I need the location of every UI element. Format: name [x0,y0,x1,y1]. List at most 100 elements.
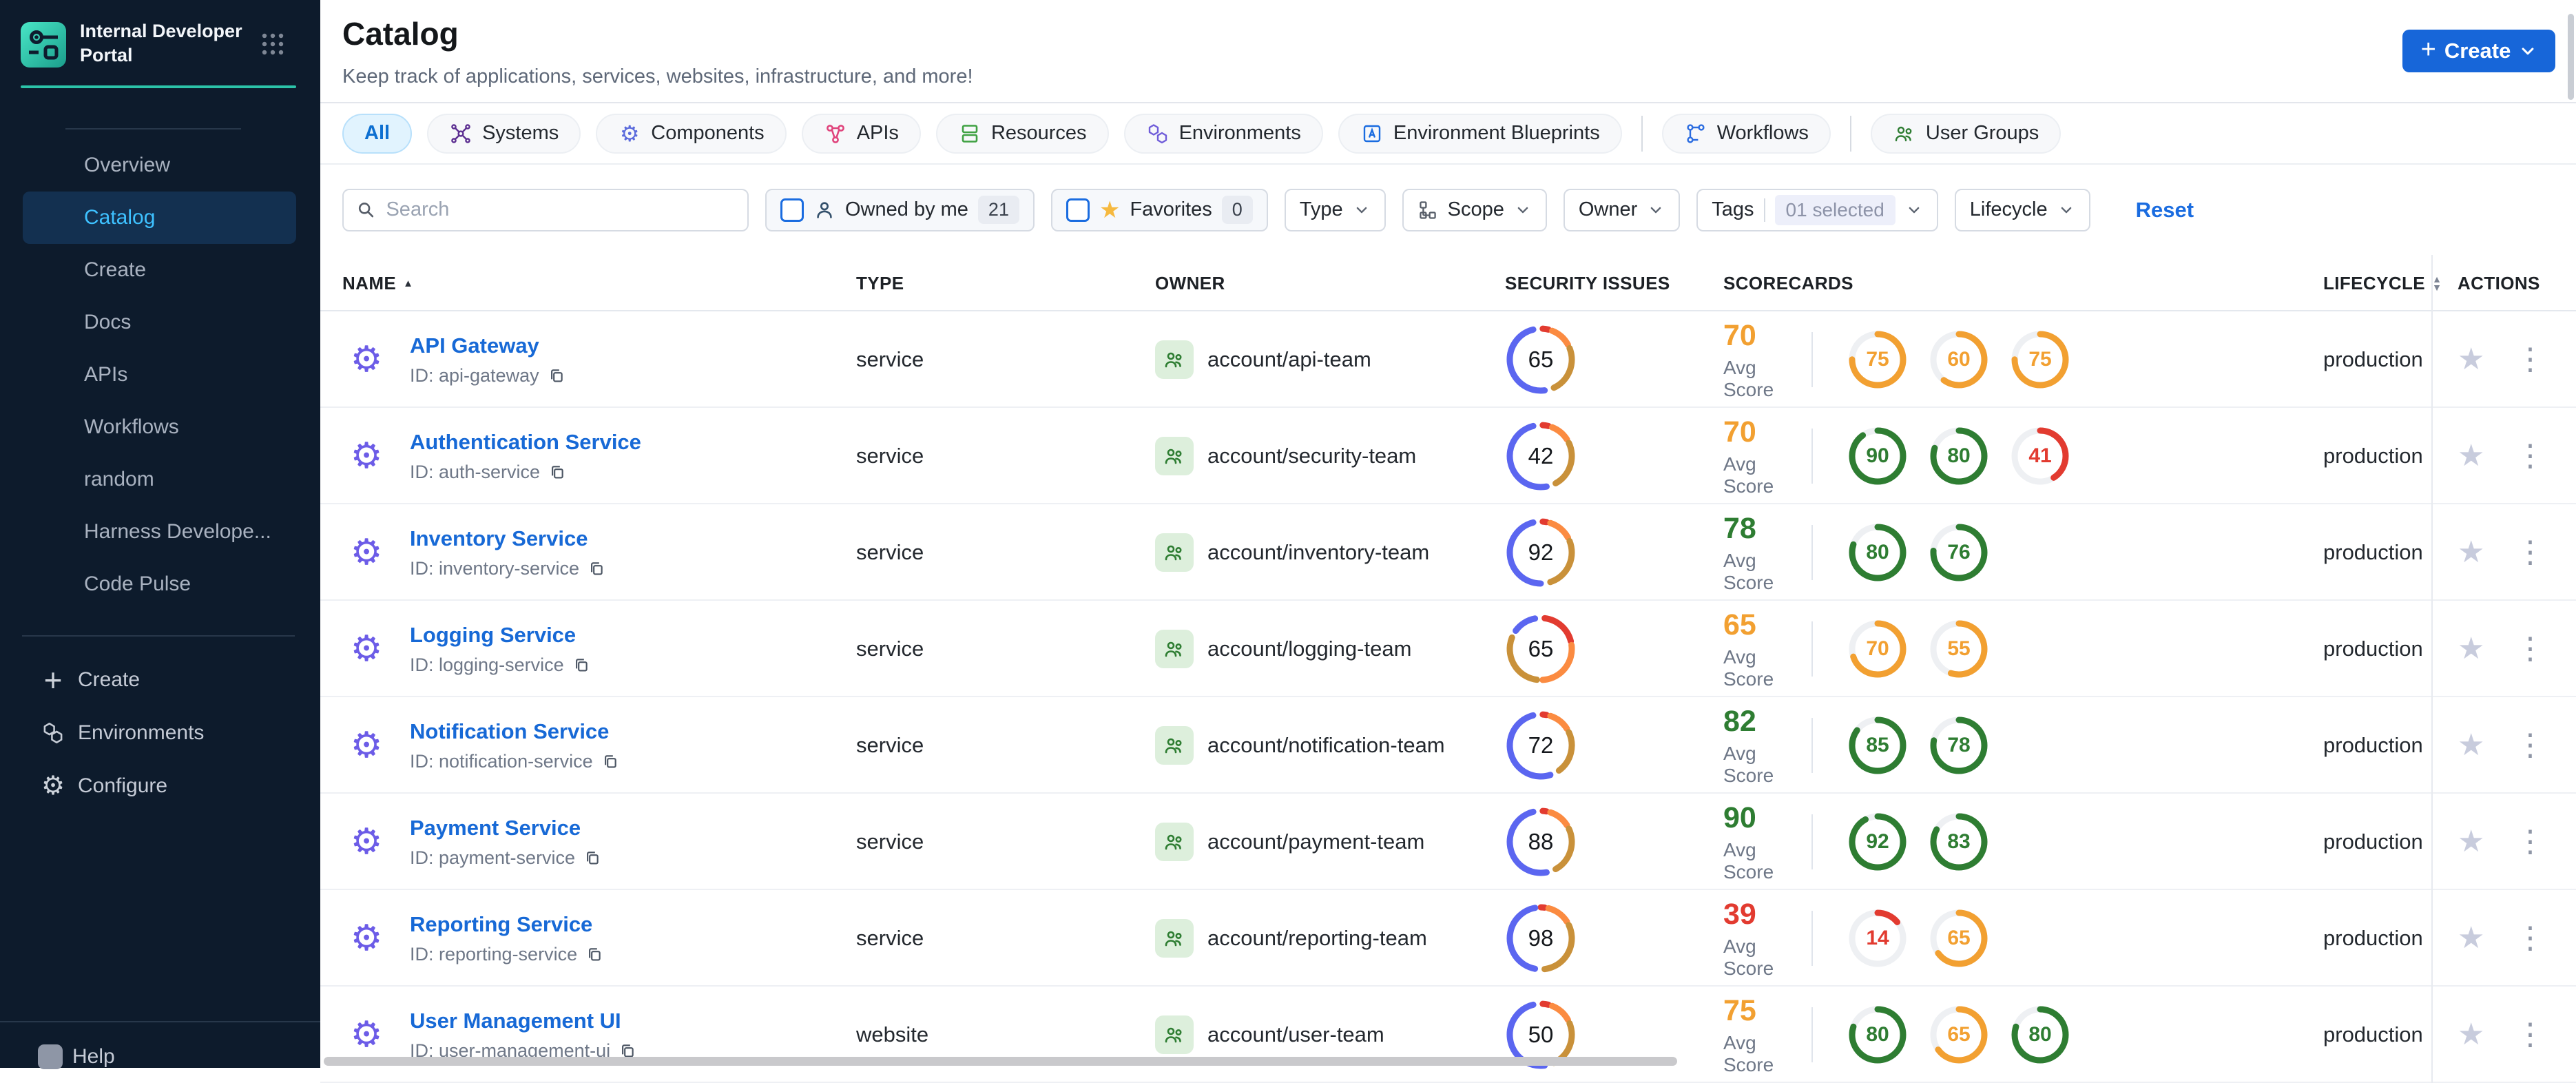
copy-icon[interactable] [601,752,619,770]
scorecard-ring[interactable]: 80 [2010,1004,2070,1065]
entity-name-link[interactable]: Payment Service [410,816,581,840]
scorecard-ring[interactable]: 80 [1847,1004,1908,1065]
favorite-star-icon[interactable]: ★ [2458,441,2484,471]
scorecard-ring[interactable]: 78 [1929,715,1989,776]
reset-filters-link[interactable]: Reset [2136,198,2194,223]
owner-value[interactable]: account/inventory-team [1207,540,1429,565]
favorites-filter[interactable]: ★ Favorites 0 [1050,188,1268,231]
sidebar-item-random[interactable]: random [23,453,296,506]
owner-value[interactable]: account/user-team [1207,1022,1384,1047]
scorecard-ring[interactable]: 80 [1847,522,1908,583]
scope-dropdown[interactable]: Scope [1402,188,1547,231]
row-menu-icon[interactable]: ⋮ [2515,923,2545,953]
entity-name-link[interactable]: Notification Service [410,719,609,743]
scorecard-ring[interactable]: 85 [1847,715,1908,776]
row-menu-icon[interactable]: ⋮ [2515,634,2545,664]
tab-environment-blueprints[interactable]: Environment Blueprints [1338,113,1622,154]
owned-by-me-filter[interactable]: Owned by me 21 [765,188,1035,231]
tab-all[interactable]: All [342,113,413,154]
copy-icon[interactable] [572,656,590,674]
row-menu-icon[interactable]: ⋮ [2515,441,2545,471]
owner-value[interactable]: account/api-team [1207,347,1371,372]
favorite-star-icon[interactable]: ★ [2458,730,2484,761]
sidebar-item-create[interactable]: + Create [0,653,320,706]
column-header-name[interactable]: NAME ▲ [320,273,856,294]
avg-score: 82 Avg Score [1723,705,1811,787]
owner-dropdown[interactable]: Owner [1563,188,1681,231]
entity-name-link[interactable]: Logging Service [410,623,576,647]
entity-name-link[interactable]: Reporting Service [410,912,592,936]
type-dropdown[interactable]: Type [1284,188,1386,231]
sidebar-item-code-pulse[interactable]: Code Pulse [23,558,296,610]
column-header-lifecycle[interactable]: LIFECYCLE ▲ ▼ [2315,273,2442,294]
favorite-star-icon[interactable]: ★ [2458,1020,2484,1050]
sidebar-item-overview[interactable]: Overview [23,139,296,192]
owner-value[interactable]: account/reporting-team [1207,926,1427,951]
tab-resources[interactable]: Resources [935,113,1109,154]
tab-components[interactable]: ⚙ Components [596,113,787,154]
scorecard-ring[interactable]: 70 [1847,619,1908,679]
row-menu-icon[interactable]: ⋮ [2515,537,2545,568]
scorecard-ring[interactable]: 80 [1929,426,1989,486]
owner-value[interactable]: account/payment-team [1207,829,1424,854]
tab-systems[interactable]: Systems [427,113,581,154]
scorecard-ring[interactable]: 14 [1847,908,1908,969]
copy-icon[interactable] [583,849,601,867]
tab-workflows[interactable]: Workflows [1661,113,1831,154]
row-menu-icon[interactable]: ⋮ [2515,730,2545,761]
scorecard-ring[interactable]: 65 [1929,1004,1989,1065]
scorecard-ring[interactable]: 60 [1929,329,1989,390]
vertical-scrollbar[interactable] [2568,14,2574,100]
scorecard-ring[interactable]: 75 [2010,329,2070,390]
search-box[interactable] [342,188,749,231]
favorite-star-icon[interactable]: ★ [2458,923,2484,953]
owner-value[interactable]: account/logging-team [1207,637,1411,661]
sidebar-item-environments[interactable]: Environments [0,706,320,759]
row-menu-icon[interactable]: ⋮ [2515,827,2545,857]
entity-name-link[interactable]: User Management UI [410,1009,621,1033]
scorecard-ring[interactable]: 83 [1929,812,1989,872]
owner-value[interactable]: account/notification-team [1207,733,1445,758]
scorecard-ring[interactable]: 55 [1929,619,1989,679]
row-menu-icon[interactable]: ⋮ [2515,344,2545,375]
sidebar-item-catalog[interactable]: Catalog [23,192,296,244]
favorite-star-icon[interactable]: ★ [2458,634,2484,664]
copy-icon[interactable] [588,559,605,577]
favorite-star-icon[interactable]: ★ [2458,827,2484,857]
scorecard-ring[interactable]: 65 [1929,908,1989,969]
scorecard-rings: 80 65 80 [1847,1004,2070,1065]
sidebar-item-workflows[interactable]: Workflows [23,401,296,453]
entity-name-link[interactable]: Inventory Service [410,526,588,550]
owned-by-me-checkbox[interactable] [780,198,804,222]
app-switcher-icon[interactable] [260,32,285,56]
sidebar-item-create[interactable]: Create [23,244,296,296]
scorecard-ring[interactable]: 76 [1929,522,1989,583]
row-menu-icon[interactable]: ⋮ [2515,1020,2545,1050]
sidebar-item-harness-develope[interactable]: Harness Develope... [23,506,296,558]
sidebar-item-help[interactable]: Help [38,1044,115,1069]
tab-apis[interactable]: APIs [801,113,921,154]
horizontal-scrollbar[interactable] [324,1057,1677,1066]
scorecard-ring[interactable]: 92 [1847,812,1908,872]
scorecard-ring[interactable]: 90 [1847,426,1908,486]
copy-icon[interactable] [548,463,566,481]
favorite-star-icon[interactable]: ★ [2458,344,2484,375]
owner-value[interactable]: account/security-team [1207,444,1416,468]
sidebar-item-docs[interactable]: Docs [23,296,296,349]
copy-icon[interactable] [548,367,565,384]
entity-name-link[interactable]: API Gateway [410,333,539,358]
copy-icon[interactable] [585,945,603,963]
favorites-checkbox[interactable] [1066,198,1090,222]
sidebar-item-apis[interactable]: APIs [23,349,296,401]
favorite-star-icon[interactable]: ★ [2458,537,2484,568]
tab-environments[interactable]: Environments [1123,113,1323,154]
create-button[interactable]: + Create [2402,30,2555,72]
sidebar-item-configure[interactable]: ⚙ Configure [0,759,320,812]
search-input[interactable] [386,198,735,221]
tags-dropdown[interactable]: Tags 01 selected [1696,188,1938,231]
scorecard-ring[interactable]: 41 [2010,426,2070,486]
lifecycle-dropdown[interactable]: Lifecycle [1954,188,2090,231]
tab-user-groups[interactable]: User Groups [1870,113,2061,154]
scorecard-ring[interactable]: 75 [1847,329,1908,390]
entity-name-link[interactable]: Authentication Service [410,430,641,454]
